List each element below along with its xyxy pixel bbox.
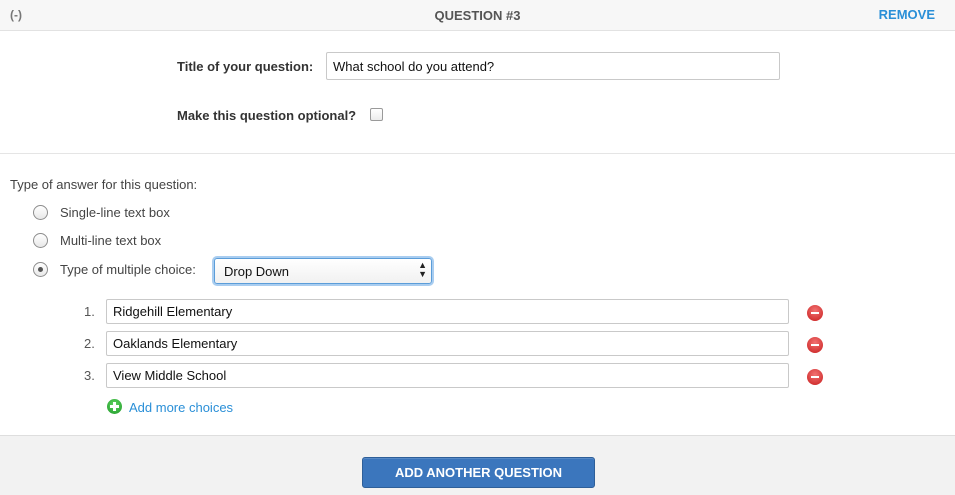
radio-multiple-choice-label: Type of multiple choice: [60,262,196,277]
remove-choice-icon[interactable] [807,337,823,353]
multiple-choice-type-select[interactable]: Drop Down ▲ ▼ [214,258,432,284]
add-another-question-button[interactable]: ADD ANOTHER QUESTION [362,457,595,488]
remove-question-link[interactable]: REMOVE [879,7,935,22]
select-arrows-icon: ▲ ▼ [418,260,427,279]
question-header: (-) QUESTION #3 REMOVE [0,0,955,31]
add-more-choices-link[interactable]: Add more choices [129,400,233,415]
remove-choice-icon[interactable] [807,369,823,385]
choice-number: 2. [84,336,95,351]
radio-multi-line[interactable] [33,233,48,248]
choice-number: 3. [84,368,95,383]
answer-type-label: Type of answer for this question: [10,177,198,192]
section-divider [0,153,955,154]
radio-multi-line-label: Multi-line text box [60,233,162,248]
optional-label: Make this question optional? [177,108,357,123]
choice-input-2[interactable] [106,331,789,356]
radio-single-line-label: Single-line text box [60,205,170,220]
optional-checkbox[interactable] [370,108,383,121]
choice-number: 1. [84,304,95,319]
choice-input-1[interactable] [106,299,789,324]
question-number-title: QUESTION #3 [434,8,521,23]
radio-multiple-choice[interactable] [33,262,48,277]
radio-single-line[interactable] [33,205,48,220]
question-title-input[interactable] [326,52,780,80]
choice-input-3[interactable] [106,363,789,388]
remove-choice-icon[interactable] [807,305,823,321]
add-choice-icon[interactable] [107,399,122,414]
select-value: Drop Down [224,264,290,279]
question-title-label: Title of your question: [177,59,314,74]
